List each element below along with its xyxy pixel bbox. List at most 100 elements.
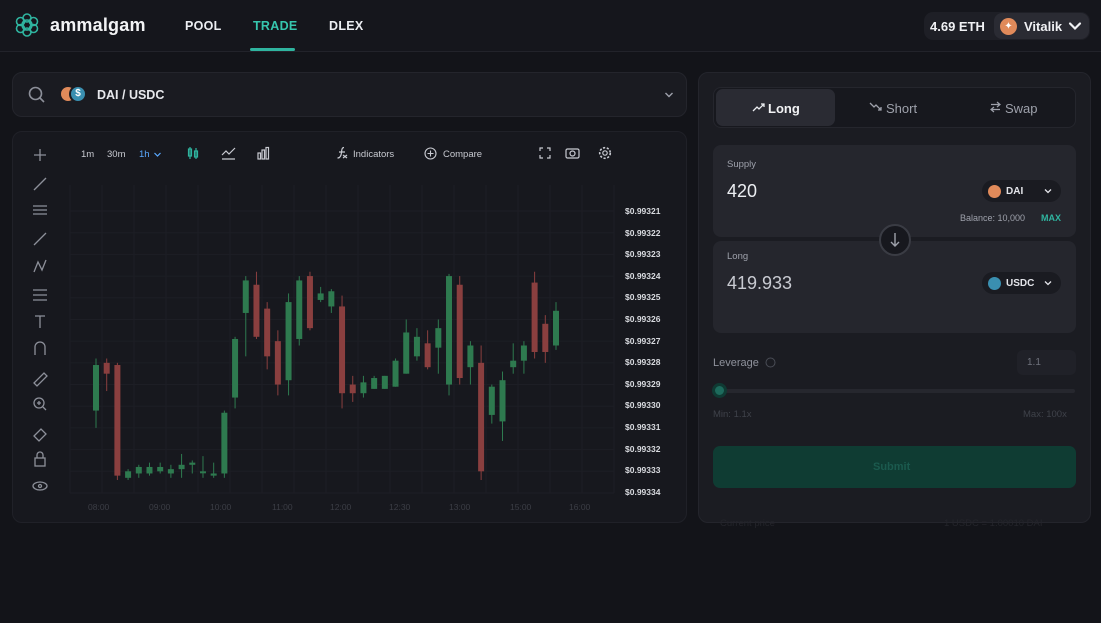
candle: [157, 462, 164, 474]
time-axis-label: 15:00: [510, 502, 532, 512]
candle-body: [146, 466, 153, 474]
candle: [125, 469, 132, 480]
candle-body: [413, 336, 420, 357]
candle-body: [510, 360, 517, 368]
leverage-max-label: Max: 100x: [1023, 409, 1067, 420]
candle: [520, 341, 527, 374]
candle-body: [360, 382, 367, 394]
submit-label: Submit: [873, 461, 911, 473]
candle-body: [424, 343, 431, 368]
candle: [413, 328, 420, 361]
price-axis-label: $0.99334: [625, 486, 661, 497]
tab-long-label[interactable]: Long: [768, 101, 800, 116]
price-axis-label: $0.99327: [625, 335, 661, 346]
candle: [274, 330, 281, 396]
candle-body: [221, 412, 228, 474]
candle: [296, 276, 303, 346]
chevron-down-icon: [1044, 189, 1052, 194]
long-token-label: USDC: [1006, 278, 1035, 289]
info-icon[interactable]: [765, 357, 776, 368]
time-axis-label: 13:00: [449, 502, 471, 512]
candle: [435, 319, 442, 374]
max-button[interactable]: MAX: [1041, 213, 1061, 223]
candle: [306, 271, 313, 331]
candle: [339, 295, 346, 409]
candle: [488, 384, 495, 424]
eth-balance: 4.69 ETH: [930, 19, 985, 34]
candle: [456, 276, 463, 385]
candle-body: [317, 293, 324, 300]
tab-swap[interactable]: Swap: [1005, 101, 1038, 116]
candle-body: [93, 365, 99, 411]
candle-body: [199, 471, 206, 474]
candlestick-chart[interactable]: [0, 0, 700, 530]
current-price-value: 1 USDC = 1.00010 DAI: [944, 518, 1043, 529]
candle-body: [178, 464, 185, 470]
candle: [167, 464, 174, 478]
leverage-slider[interactable]: [718, 389, 1075, 393]
candle-body: [189, 462, 196, 465]
candle-body: [553, 310, 559, 346]
time-axis-label: 12:00: [330, 502, 352, 512]
candle-body: [392, 360, 399, 387]
long-label: Long: [727, 251, 749, 262]
candle: [264, 302, 271, 370]
candle-body: [531, 282, 538, 352]
arrow-down-icon: [890, 233, 900, 247]
chevron-down-icon: [1044, 281, 1052, 286]
price-axis-label: $0.99332: [625, 443, 661, 454]
candle-body: [446, 276, 453, 385]
leverage-slider-thumb[interactable]: [712, 383, 727, 398]
candle: [328, 289, 335, 313]
candle: [317, 286, 324, 303]
time-axis-label: 10:00: [210, 502, 232, 512]
supply-label: Supply: [727, 159, 757, 170]
candle-body: [339, 306, 346, 394]
time-axis-label: 11:00: [272, 502, 293, 512]
candle: [531, 271, 538, 359]
balance-text: Balance: 10,000: [960, 213, 1026, 223]
candle: [542, 315, 549, 363]
candle-body: [210, 473, 217, 476]
tab-short[interactable]: Short: [886, 101, 917, 116]
candle-body: [328, 291, 335, 307]
leverage-input[interactable]: 1.1: [1027, 357, 1041, 368]
candle: [114, 362, 121, 480]
price-axis-label: $0.99329: [625, 378, 661, 389]
trend-down-icon: [869, 102, 882, 111]
current-price-label: Current price: [720, 518, 775, 529]
candle-body: [103, 362, 110, 374]
supply-amount-input[interactable]: 420: [727, 181, 757, 202]
dai-token-icon: [988, 185, 1001, 198]
candle-body: [456, 284, 463, 379]
candle-body: [542, 323, 549, 352]
candle: [403, 319, 410, 374]
candle-body: [135, 466, 142, 474]
candle: [424, 330, 431, 370]
price-axis-label: $0.99326: [625, 314, 661, 324]
price-axis-label: $0.99333: [625, 465, 661, 476]
candle-body: [285, 302, 292, 381]
price-axis-label: $0.99328: [625, 357, 661, 368]
candle-body: [114, 365, 121, 476]
account-name: Vitalik: [1024, 19, 1063, 34]
candle-body: [349, 384, 356, 394]
candle-body: [264, 308, 271, 357]
candle-body: [488, 386, 495, 415]
candle-body: [478, 362, 485, 472]
candle: [232, 336, 239, 409]
candle: [381, 375, 388, 389]
leverage-label: Leverage: [713, 357, 759, 369]
candle-body: [157, 466, 164, 472]
candle-body: [125, 471, 132, 478]
candle-body: [381, 375, 388, 389]
candle: [285, 293, 292, 396]
candle: [146, 462, 153, 476]
candle: [199, 456, 206, 478]
candle: [467, 341, 474, 385]
price-axis-label: $0.99323: [625, 249, 661, 260]
chevron-down-icon[interactable]: [1068, 19, 1082, 33]
candle: [360, 375, 367, 398]
candle: [103, 358, 110, 392]
candle: [93, 358, 99, 428]
